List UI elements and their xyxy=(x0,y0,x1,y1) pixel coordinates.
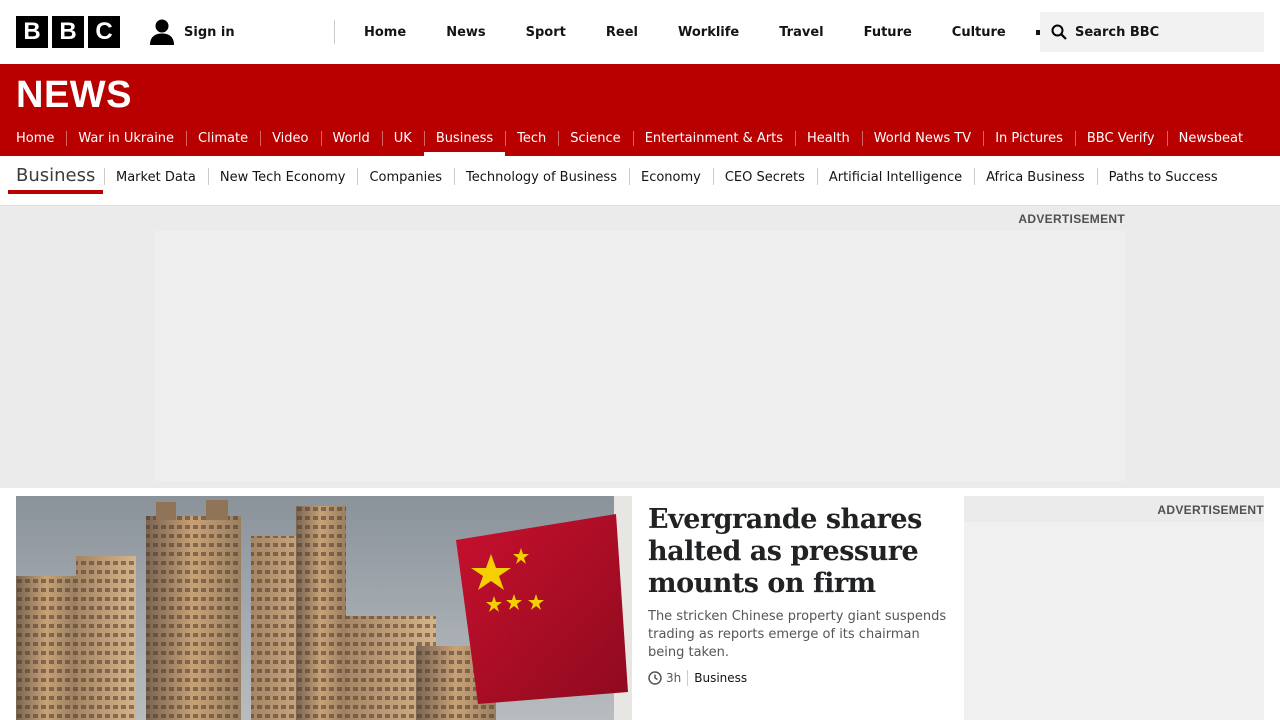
sign-in-button[interactable]: Sign in xyxy=(148,18,235,46)
section-nav-companies[interactable]: Companies xyxy=(357,156,454,198)
top-ad-label: ADVERTISEMENT xyxy=(1018,212,1125,226)
section-nav-ceo-secrets[interactable]: CEO Secrets xyxy=(712,156,817,198)
global-nav-news[interactable]: News xyxy=(426,25,505,40)
section-nav: Business Market Data New Tech Economy Co… xyxy=(0,156,1280,206)
global-nav-home[interactable]: Home xyxy=(344,25,426,40)
global-nav: Home News Sport Reel Worklife Travel Fut… xyxy=(344,0,1070,64)
news-nav-business[interactable]: Business xyxy=(423,120,506,156)
lead-timestamp: 3h xyxy=(648,671,687,685)
news-nav-bbc-verify[interactable]: BBC Verify xyxy=(1074,120,1167,156)
news-nav-climate[interactable]: Climate xyxy=(186,120,260,156)
news-nav-uk[interactable]: UK xyxy=(381,120,424,156)
top-ad-slot[interactable] xyxy=(155,231,1125,481)
lead-time-label: 3h xyxy=(666,671,682,685)
section-nav-artificial-intelligence[interactable]: Artificial Intelligence xyxy=(816,156,974,198)
global-nav-travel[interactable]: Travel xyxy=(759,25,843,40)
news-header: NEWS Home War in Ukraine Climate Video W… xyxy=(0,64,1280,156)
global-nav-future[interactable]: Future xyxy=(844,25,932,40)
bbc-logo[interactable]: B B C xyxy=(16,16,120,48)
news-nav-newsbeat[interactable]: Newsbeat xyxy=(1166,120,1255,156)
meta-divider xyxy=(687,670,689,686)
news-nav-health[interactable]: Health xyxy=(795,120,862,156)
search-icon xyxy=(1051,24,1067,40)
section-nav-technology-of-business[interactable]: Technology of Business xyxy=(454,156,629,198)
news-nav-world[interactable]: World xyxy=(320,120,382,156)
section-title[interactable]: Business xyxy=(8,156,104,194)
clock-icon xyxy=(648,671,662,685)
news-nav-in-pictures[interactable]: In Pictures xyxy=(983,120,1075,156)
news-nav: Home War in Ukraine Climate Video World … xyxy=(16,120,1255,156)
bbc-logo-letter-1: B xyxy=(16,16,48,48)
bbc-logo-letter-2: B xyxy=(52,16,84,48)
section-nav-items: Market Data New Tech Economy Companies T… xyxy=(104,156,1230,198)
section-nav-africa-business[interactable]: Africa Business xyxy=(974,156,1097,198)
news-nav-tech[interactable]: Tech xyxy=(505,120,558,156)
news-logo[interactable]: NEWS xyxy=(16,74,132,117)
sign-in-label: Sign in xyxy=(184,24,235,40)
top-ad-zone: ADVERTISEMENT xyxy=(0,206,1280,488)
search-bar[interactable]: Search BBC xyxy=(1040,12,1264,52)
lead-story: Evergrande shares halted as pressure mou… xyxy=(648,496,948,686)
lead-summary: The stricken Chinese property giant susp… xyxy=(648,609,947,660)
section-nav-paths-to-success[interactable]: Paths to Success xyxy=(1096,156,1230,198)
global-nav-culture[interactable]: Culture xyxy=(932,25,1026,40)
header-divider xyxy=(334,20,335,44)
news-nav-war-in-ukraine[interactable]: War in Ukraine xyxy=(66,120,186,156)
global-nav-reel[interactable]: Reel xyxy=(586,25,658,40)
user-icon xyxy=(150,19,174,45)
news-nav-science[interactable]: Science xyxy=(558,120,632,156)
section-nav-economy[interactable]: Economy xyxy=(628,156,713,198)
lead-meta: 3h Business xyxy=(648,670,948,686)
global-header: B B C Sign in Home News Sport Reel Workl… xyxy=(0,0,1280,64)
side-ad[interactable]: ADVERTISEMENT xyxy=(964,496,1264,720)
lead-story-image[interactable] xyxy=(16,496,632,720)
search-label: Search BBC xyxy=(1075,24,1160,40)
side-ad-header: ADVERTISEMENT xyxy=(964,496,1264,522)
section-nav-market-data[interactable]: Market Data xyxy=(104,156,208,198)
news-nav-home[interactable]: Home xyxy=(16,120,66,156)
news-nav-entertainment-arts[interactable]: Entertainment & Arts xyxy=(632,120,795,156)
bbc-logo-letter-3: C xyxy=(88,16,120,48)
global-nav-worklife[interactable]: Worklife xyxy=(658,25,759,40)
news-nav-world-news-tv[interactable]: World News TV xyxy=(861,120,983,156)
section-nav-new-tech-economy[interactable]: New Tech Economy xyxy=(207,156,358,198)
news-nav-video[interactable]: Video xyxy=(260,120,320,156)
side-ad-label: ADVERTISEMENT xyxy=(1157,503,1264,517)
lead-image-illustration xyxy=(16,496,632,720)
global-nav-sport[interactable]: Sport xyxy=(506,25,586,40)
lead-section-link[interactable]: Business xyxy=(694,671,747,685)
lead-headline[interactable]: Evergrande shares halted as pressure mou… xyxy=(648,504,948,600)
